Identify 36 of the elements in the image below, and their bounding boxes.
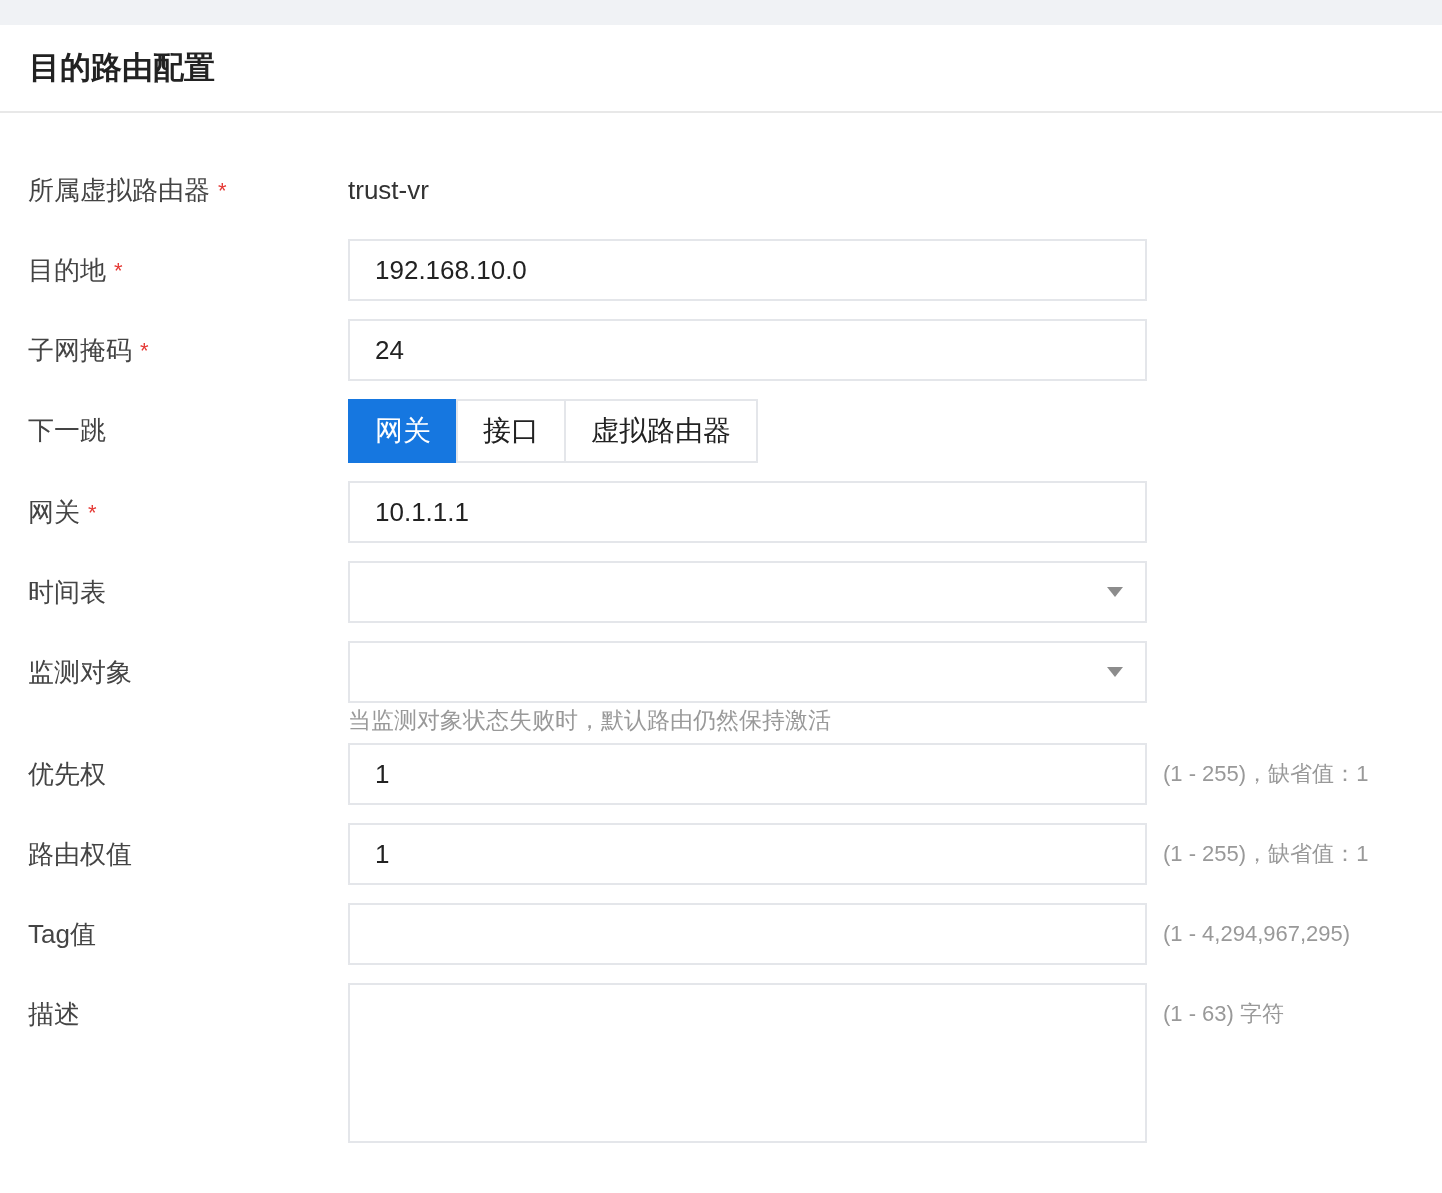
required-mark: * bbox=[114, 256, 123, 285]
field-label: 目的地 bbox=[28, 253, 106, 287]
caret-icon bbox=[1107, 667, 1123, 677]
required-mark: * bbox=[140, 336, 149, 365]
input-field[interactable]: 192.168.10.0 bbox=[348, 239, 1147, 301]
field-label: 监测对象 bbox=[28, 655, 132, 689]
caret-icon bbox=[1107, 587, 1123, 597]
helper-text: 当监测对象状态失败时，默认路由仍然保持激活 bbox=[348, 706, 832, 735]
required-mark: * bbox=[218, 176, 227, 205]
range-hint: (1 - 255)，缺省值：1 bbox=[1163, 760, 1369, 788]
segment-tab[interactable]: 网关 bbox=[348, 399, 458, 463]
dropdown-field[interactable] bbox=[348, 561, 1147, 623]
field-label: 优先权 bbox=[28, 757, 106, 791]
field-label: Tag值 bbox=[28, 917, 96, 951]
range-hint: (1 - 255)，缺省值：1 bbox=[1163, 840, 1369, 868]
field-label: 网关 bbox=[28, 495, 80, 529]
field-label: 下一跳 bbox=[28, 413, 106, 447]
input-field[interactable]: 1 bbox=[348, 743, 1147, 805]
field-label: 路由权值 bbox=[28, 837, 132, 871]
panel-title: 目的路由配置 bbox=[29, 48, 215, 87]
input-field[interactable]: 24 bbox=[348, 319, 1147, 381]
segment-tab[interactable]: 虚拟路由器 bbox=[564, 399, 758, 463]
input-field[interactable]: 1 bbox=[348, 823, 1147, 885]
required-mark: * bbox=[88, 498, 97, 527]
description-field[interactable] bbox=[348, 983, 1147, 1143]
field-label: 描述 bbox=[28, 997, 80, 1031]
segment-tab[interactable]: 接口 bbox=[456, 399, 566, 463]
field-value: trust-vr bbox=[348, 174, 429, 207]
range-hint: (1 - 4,294,967,295) bbox=[1163, 920, 1351, 948]
range-hint: (1 - 63) 字符 bbox=[1163, 1000, 1285, 1028]
dropdown-field[interactable] bbox=[348, 641, 1147, 703]
field-label: 子网掩码 bbox=[28, 333, 132, 367]
field-label: 所属虚拟路由器 bbox=[28, 173, 210, 207]
input-field[interactable] bbox=[348, 903, 1147, 965]
field-label: 时间表 bbox=[28, 575, 106, 609]
input-field[interactable]: 10.1.1.1 bbox=[348, 481, 1147, 543]
